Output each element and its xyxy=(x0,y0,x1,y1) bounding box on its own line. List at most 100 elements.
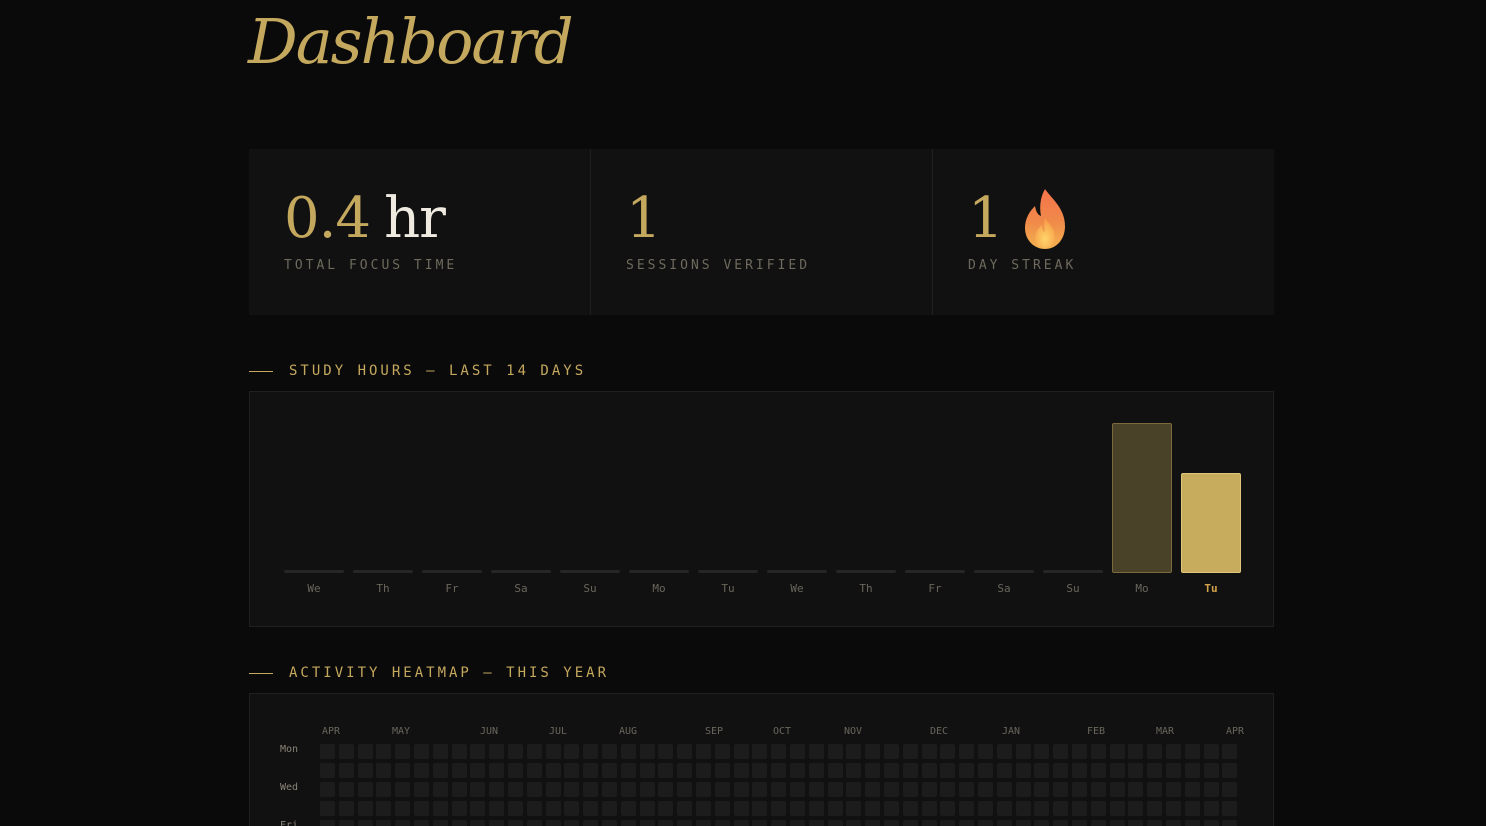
bar-label: Tu xyxy=(721,582,735,595)
bar-sa-3 xyxy=(491,570,551,573)
bar-label: Mo xyxy=(652,582,666,595)
heatmap-cell xyxy=(1109,801,1125,816)
heatmap-cell xyxy=(1147,782,1163,797)
heatmap-cell xyxy=(489,782,505,797)
heatmap-cell xyxy=(1147,763,1163,778)
stat-number: 1 xyxy=(626,186,662,251)
heatmap-cell xyxy=(733,744,749,759)
heatmap-cell xyxy=(620,744,636,759)
heatmap-cell xyxy=(808,782,824,797)
heatmap-cell xyxy=(357,782,373,797)
heatmap-cell xyxy=(1222,820,1238,826)
heatmap-cell xyxy=(865,763,881,778)
flame-icon xyxy=(1024,189,1065,249)
heatmap-cell xyxy=(940,820,956,826)
bar-label: We xyxy=(790,582,804,595)
heatmap-cell xyxy=(827,801,843,816)
heatmap-cell xyxy=(451,744,467,759)
heatmap-cell xyxy=(508,820,523,826)
heatmap-cell xyxy=(1147,801,1163,816)
heatmap-cell xyxy=(940,763,956,778)
month-label: AUG xyxy=(619,726,637,737)
heatmap-cell xyxy=(733,820,749,826)
heatmap-cell xyxy=(639,820,655,826)
heatmap-cell xyxy=(320,744,335,759)
heatmap-cell xyxy=(376,763,392,778)
heatmap-cell xyxy=(996,782,1012,797)
heatmap-cell xyxy=(357,744,373,759)
heatmap-cell xyxy=(733,801,749,816)
heatmap-cell xyxy=(959,782,975,797)
stat-total-focus-time: 0.4 hr TOTAL FOCUS TIME xyxy=(249,149,591,315)
bar-label: We xyxy=(307,582,321,595)
activity-heatmap-heading: ACTIVITY HEATMAP — THIS YEAR xyxy=(249,665,609,681)
heatmap-cell xyxy=(338,744,354,759)
heatmap-cell xyxy=(376,801,392,816)
heatmap-cell xyxy=(1222,763,1238,778)
heatmap-cell xyxy=(602,782,617,797)
heatmap-cell xyxy=(320,820,335,826)
heatmap-cell xyxy=(602,820,617,826)
heatmap-cell xyxy=(564,763,580,778)
heading-rule xyxy=(249,370,273,372)
heatmap-cell xyxy=(470,801,486,816)
bar-su-4 xyxy=(560,570,620,573)
heatmap-cell xyxy=(545,801,561,816)
heatmap-cell xyxy=(1015,744,1031,759)
study-hours-heading: STUDY HOURS — LAST 14 DAYS xyxy=(249,363,586,379)
stat-number: 1 xyxy=(968,186,1004,251)
heatmap-cell xyxy=(451,820,467,826)
heatmap-cell xyxy=(583,820,599,826)
heatmap-cell xyxy=(1222,801,1238,816)
study-hours-title: STUDY HOURS — LAST 14 DAYS xyxy=(289,363,587,379)
heatmap-cell xyxy=(790,782,805,797)
heatmap-cell xyxy=(884,782,899,797)
heatmap-cell xyxy=(677,801,693,816)
heatmap-cell xyxy=(1166,801,1181,816)
heatmap-cell xyxy=(1053,763,1069,778)
heatmap-cell xyxy=(696,801,711,816)
heatmap-cell xyxy=(1015,763,1031,778)
heatmap-cell xyxy=(545,763,561,778)
study-hours-chart: We Th Fr Sa Su Mo Tu We Th Fr Sa Su Mo Tu xyxy=(249,391,1274,627)
month-label: APR xyxy=(1226,726,1244,737)
heatmap-cell xyxy=(1128,744,1144,759)
heatmap-cell xyxy=(714,801,730,816)
heatmap-cell xyxy=(564,782,580,797)
heatmap-cell xyxy=(1147,820,1163,826)
heatmap-cell xyxy=(1090,763,1106,778)
stat-label: SESSIONS VERIFIED xyxy=(626,258,811,273)
heatmap-cell xyxy=(395,744,411,759)
stat-value: 1 xyxy=(626,186,662,251)
heatmap-cell xyxy=(902,801,918,816)
stats-panel: 0.4 hr TOTAL FOCUS TIME 1 SESSIONS VERIF… xyxy=(249,149,1274,315)
bar-tu-6 xyxy=(698,570,758,573)
heatmap-cell xyxy=(526,763,542,778)
heatmap-cell xyxy=(696,744,711,759)
heatmap-cell xyxy=(752,820,768,826)
heatmap-cell xyxy=(508,763,523,778)
heatmap-cell xyxy=(996,763,1012,778)
heatmap-cell xyxy=(902,744,918,759)
heatmap-cell xyxy=(752,801,768,816)
heatmap-cell xyxy=(790,763,805,778)
bar-mo-12 xyxy=(1112,423,1172,573)
heatmap-cell xyxy=(357,801,373,816)
heatmap-cell xyxy=(996,744,1012,759)
bar-label: Fr xyxy=(445,582,459,595)
heatmap-cell xyxy=(1203,801,1219,816)
heatmap-cell xyxy=(357,763,373,778)
heatmap-cell xyxy=(1015,782,1031,797)
heatmap-cell xyxy=(1053,744,1069,759)
heatmap-cell xyxy=(1034,820,1050,826)
heatmap-cell xyxy=(357,820,373,826)
heatmap-cell xyxy=(677,782,693,797)
heatmap-cell xyxy=(583,763,599,778)
bar-label: Th xyxy=(376,582,390,595)
activity-heatmap: APR MAY JUN JUL AUG SEP OCT NOV DEC JAN FEB MAR APR M… xyxy=(249,693,1274,826)
heatmap-cell xyxy=(1222,782,1238,797)
heatmap-cell xyxy=(1015,801,1031,816)
heatmap-cell xyxy=(978,782,993,797)
heatmap-cell xyxy=(508,782,523,797)
heatmap-cell xyxy=(846,801,862,816)
